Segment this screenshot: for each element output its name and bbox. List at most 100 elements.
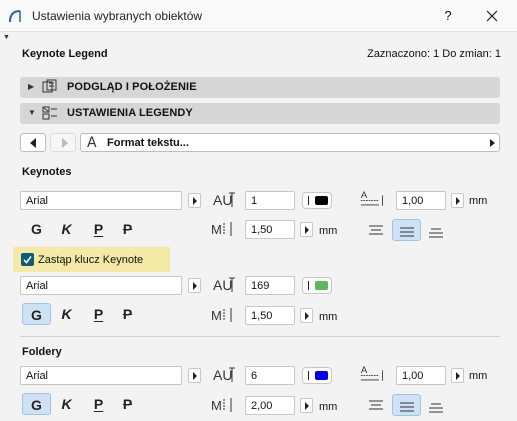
line-spacing-icon: A: [360, 365, 383, 381]
strikethrough-button[interactable]: P: [113, 303, 142, 325]
title-bar: Ustawienia wybranych obiektów ?: [0, 0, 517, 32]
keynotes-font-field[interactable]: Arial: [20, 191, 182, 210]
keynotes-size-field[interactable]: 1,50: [245, 220, 295, 239]
italic-button[interactable]: K: [52, 218, 81, 240]
override-color-button[interactable]: [302, 277, 332, 294]
strikethrough-button[interactable]: P: [113, 393, 142, 415]
align-left-button[interactable]: [362, 219, 391, 241]
page-selector[interactable]: A Format tekstu...: [80, 133, 500, 152]
align-left-button[interactable]: [362, 394, 391, 416]
page-selector-label: Format tekstu...: [107, 137, 189, 149]
line-spacing-icon: A: [360, 190, 383, 206]
italic-button[interactable]: K: [52, 393, 81, 415]
checkmark-icon: [23, 256, 32, 264]
align-center-icon: [400, 227, 414, 237]
expand-right-icon: ▶: [28, 82, 35, 91]
underline-button[interactable]: P: [84, 218, 113, 240]
selection-info: Zaznaczono: 1 Do zmian: 1: [367, 48, 501, 60]
keynotes-color-button[interactable]: [302, 192, 332, 209]
arrow-right-icon: [62, 138, 68, 148]
text-size-icon: M: [211, 222, 232, 237]
align-justify-button[interactable]: [422, 222, 451, 244]
expand-down-icon: ▼: [28, 108, 36, 117]
unit-label: mm: [319, 311, 338, 323]
collapse-caret-icon[interactable]: ▼: [3, 34, 10, 41]
folders-size-field[interactable]: 2,00: [245, 396, 295, 415]
folders-spacing-field[interactable]: 6: [245, 366, 295, 385]
keynotes-size-arrow-button[interactable]: [300, 222, 313, 237]
color-fill: [315, 281, 328, 290]
dropdown-arrow-icon: [490, 139, 495, 147]
folders-size-arrow-button[interactable]: [300, 398, 313, 413]
bold-button[interactable]: G: [22, 303, 51, 325]
svg-text:M: M: [211, 308, 222, 323]
override-font-arrow-button[interactable]: [188, 278, 201, 293]
svg-text:M: M: [211, 398, 222, 413]
preview-icon: [42, 79, 57, 93]
help-button[interactable]: ?: [438, 6, 458, 26]
keynotes-line-arrow-button[interactable]: [451, 193, 464, 208]
underline-button[interactable]: P: [84, 393, 113, 415]
dialog-name: Keynote Legend: [22, 48, 108, 60]
close-icon[interactable]: [482, 6, 502, 26]
keynotes-title: Keynotes: [22, 166, 72, 178]
next-page-button[interactable]: [50, 133, 76, 152]
keynotes-font-arrow-button[interactable]: [188, 193, 201, 208]
folders-font-arrow-button[interactable]: [188, 368, 201, 383]
char-spacing-icon: AU: [213, 192, 235, 208]
override-size-field[interactable]: 1,50: [245, 306, 295, 325]
section-legend-settings[interactable]: ▼ USTAWIENIA LEGENDY: [20, 103, 500, 124]
align-center-icon: [400, 402, 414, 412]
divider: [20, 336, 500, 337]
keynotes-spacing-field[interactable]: 1: [245, 191, 295, 210]
window-title: Ustawienia wybranych obiektów: [32, 9, 203, 23]
strikethrough-button[interactable]: P: [113, 218, 142, 240]
unit-label: mm: [319, 401, 338, 413]
archicad-icon: [9, 10, 21, 23]
folders-font-field[interactable]: Arial: [20, 366, 182, 385]
underline-button[interactable]: P: [84, 303, 113, 325]
override-label[interactable]: Zastąp klucz Keynote: [38, 254, 143, 266]
align-left-icon: [369, 400, 383, 410]
folders-line-spacing-field[interactable]: 1,00: [396, 366, 446, 385]
override-size-arrow-button[interactable]: [300, 308, 313, 323]
bold-button[interactable]: G: [22, 218, 51, 240]
align-justify-icon: [429, 403, 443, 413]
align-left-icon: [369, 225, 383, 235]
align-justify-button[interactable]: [422, 397, 451, 419]
arrow-left-icon: [30, 138, 36, 148]
unit-label: mm: [319, 225, 338, 237]
svg-text:AU: AU: [213, 192, 232, 208]
section-label: USTAWIENIA LEGENDY: [67, 107, 193, 119]
section-label: PODGLĄD I POŁOŻENIE: [67, 81, 197, 93]
italic-button[interactable]: K: [52, 303, 81, 325]
unit-label: mm: [469, 195, 488, 207]
text-size-icon: M: [211, 308, 232, 323]
override-font-field[interactable]: Arial: [20, 276, 182, 295]
keynotes-line-spacing-field[interactable]: 1,00: [396, 191, 446, 210]
section-preview-position[interactable]: ▶ PODGLĄD I POŁOŻENIE: [20, 77, 500, 98]
svg-text:AU: AU: [213, 367, 232, 383]
folders-line-arrow-button[interactable]: [451, 368, 464, 383]
svg-text:A: A: [361, 190, 368, 201]
previous-page-button[interactable]: [20, 133, 46, 152]
folders-title: Foldery: [22, 346, 62, 358]
char-spacing-icon: AU: [213, 367, 235, 383]
text-format-icon: A: [87, 135, 97, 151]
override-spacing-field[interactable]: 169: [245, 276, 295, 295]
svg-text:A: A: [361, 365, 368, 376]
text-size-icon: M: [211, 398, 232, 413]
legend-settings-icon: [42, 106, 57, 120]
folders-color-button[interactable]: [302, 367, 332, 384]
override-checkbox[interactable]: [21, 253, 34, 266]
align-center-button[interactable]: [392, 394, 421, 416]
unit-label: mm: [469, 370, 488, 382]
color-fill: [315, 371, 328, 380]
svg-text:M: M: [211, 222, 222, 237]
bold-button[interactable]: G: [22, 393, 51, 415]
align-justify-icon: [429, 228, 443, 238]
color-fill: [315, 196, 328, 205]
align-center-button[interactable]: [392, 219, 421, 241]
char-spacing-icon: AU: [213, 277, 235, 293]
svg-text:AU: AU: [213, 277, 232, 293]
